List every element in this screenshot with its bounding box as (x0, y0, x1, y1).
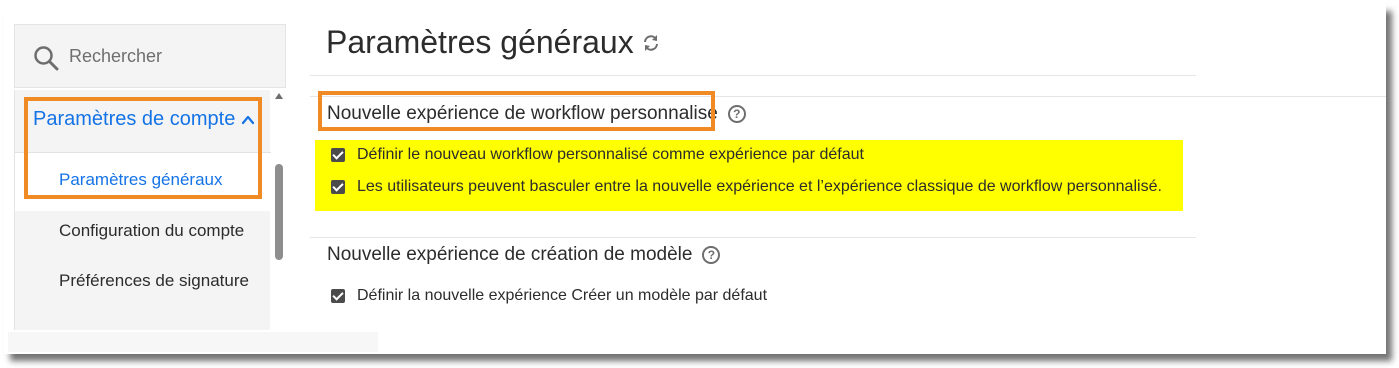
app-window: Rechercher Paramètres de compte Paramètr… (4, 4, 1386, 354)
section-title-template-creation: Nouvelle expérience de création de modèl… (327, 244, 721, 266)
option-label: Définir la nouvelle expérience Créer un … (357, 287, 768, 304)
scrollbar-thumb[interactable] (275, 164, 283, 260)
refresh-icon[interactable] (642, 34, 660, 52)
page-title-text: Paramètres généraux (326, 24, 634, 60)
help-icon[interactable]: ? (702, 246, 721, 264)
checkbox-checked[interactable] (331, 180, 345, 194)
divider (310, 75, 1196, 76)
annotation-box-section (318, 91, 715, 131)
torn-edge (8, 332, 378, 352)
page-title: Paramètres généraux (326, 24, 660, 61)
search-icon (34, 46, 59, 71)
option-default-workflow[interactable]: Définir le nouveau workflow personnalisé… (331, 146, 864, 164)
option-toggle-experience[interactable]: Les utilisateurs peuvent basculer entre … (331, 178, 1162, 196)
search-placeholder: Rechercher (69, 46, 163, 66)
checkbox-checked[interactable] (331, 289, 345, 303)
annotation-box-sidebar (24, 97, 262, 199)
checkbox-checked[interactable] (331, 148, 345, 162)
divider (310, 237, 1196, 238)
sidebar-scrollbar[interactable] (272, 90, 286, 330)
sidebar-item-account-setup[interactable]: Configuration du compte (59, 221, 244, 241)
sidebar-item-signature-preferences[interactable]: Préférences de signature (59, 271, 249, 291)
option-label: Définir le nouveau workflow personnalisé… (357, 146, 864, 163)
help-icon[interactable]: ? (727, 105, 746, 123)
search-input[interactable]: Rechercher (14, 24, 286, 88)
option-default-template[interactable]: Définir la nouvelle expérience Créer un … (331, 287, 767, 305)
section-title-text: Nouvelle expérience de création de modèl… (327, 244, 693, 265)
scroll-up-arrow-icon[interactable] (275, 93, 283, 99)
option-label: Les utilisateurs peuvent basculer entre … (357, 178, 1162, 195)
